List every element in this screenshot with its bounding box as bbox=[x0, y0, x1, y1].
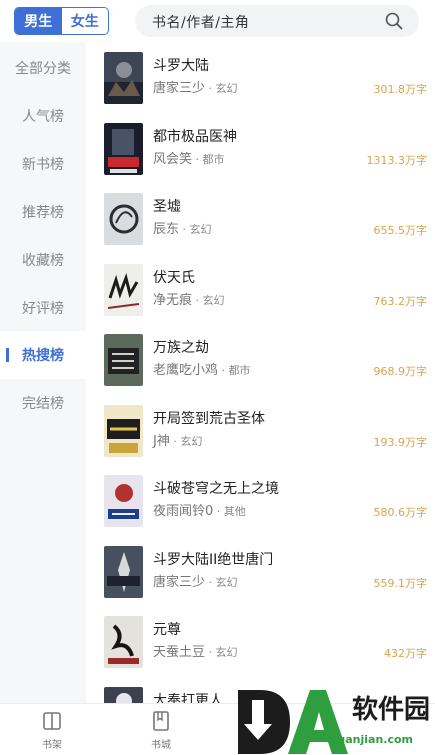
book-title[interactable]: 大奉打更人 bbox=[153, 690, 223, 703]
book-genre-separator: · bbox=[205, 576, 216, 589]
search-bar[interactable]: 书名/作者/主角 bbox=[135, 5, 419, 37]
book-genre-separator: · bbox=[179, 223, 190, 236]
book-cover-image[interactable] bbox=[104, 475, 143, 527]
book-cover-image[interactable] bbox=[104, 405, 143, 457]
book-author: 老鹰吃小鸡 bbox=[153, 363, 219, 378]
book-word-count: 432万字 bbox=[384, 647, 427, 660]
book-list-item[interactable]: 斗罗大陆 唐家三少 · 玄幻 301.8万字 bbox=[86, 52, 435, 122]
gender-toggle: 男生 女生 bbox=[14, 7, 109, 35]
book-author: 唐家三少 bbox=[153, 575, 206, 590]
book-word-count: 968.9万字 bbox=[373, 365, 428, 378]
book-list-item[interactable]: 伏天氏 净无痕 · 玄幻 763.2万字 bbox=[86, 264, 435, 334]
book-meta: 天蚕土豆 · 玄幻 bbox=[153, 641, 238, 660]
search-icon[interactable] bbox=[385, 12, 403, 30]
sidebar-item-hot-search[interactable]: 热搜榜 bbox=[0, 331, 86, 379]
book-cover-image[interactable] bbox=[104, 123, 143, 175]
book-genre: 都市 bbox=[228, 364, 251, 377]
book-meta: 净无痕 · 玄幻 bbox=[153, 289, 225, 308]
book-cover-image[interactable] bbox=[104, 334, 143, 386]
book-list: 斗罗大陆 唐家三少 · 玄幻 301.8万字 都市极品医神 风会笑 · 都市 1… bbox=[86, 42, 435, 703]
book-cover-image[interactable] bbox=[104, 616, 143, 668]
book-title[interactable]: 斗破苍穹之无上之境 bbox=[153, 478, 279, 498]
sidebar-item-new-books[interactable]: 新书榜 bbox=[0, 140, 86, 188]
search-input[interactable]: 书名/作者/主角 bbox=[152, 12, 249, 32]
book-cover-image[interactable] bbox=[104, 193, 143, 245]
book-list-item[interactable]: 圣墟 辰东 · 玄幻 655.5万字 bbox=[86, 193, 435, 263]
book-author: 夜雨闻铃0 bbox=[153, 504, 214, 519]
watermark-text: 软件园 bbox=[352, 695, 430, 725]
book-list-item[interactable]: 斗罗大陆II绝世唐门 唐家三少 · 玄幻 559.1万字 bbox=[86, 546, 435, 616]
sidebar-item-completed[interactable]: 完结榜 bbox=[0, 379, 86, 427]
book-word-count: 763.2万字 bbox=[373, 295, 428, 308]
book-list-item[interactable]: 元尊 天蚕土豆 · 玄幻 432万字 bbox=[86, 616, 435, 686]
sidebar-item-top-rated[interactable]: 好评榜 bbox=[0, 284, 86, 332]
book-cover-image[interactable] bbox=[104, 52, 143, 104]
book-cover-image[interactable] bbox=[104, 264, 143, 316]
book-genre: 玄幻 bbox=[189, 223, 212, 236]
book-genre-separator: · bbox=[218, 364, 229, 377]
book-author: 辰东 bbox=[153, 222, 180, 237]
book-genre: 玄幻 bbox=[215, 576, 238, 589]
book-genre-separator: · bbox=[213, 505, 224, 518]
book-list-item[interactable]: 万族之劫 老鹰吃小鸡 · 都市 968.9万字 bbox=[86, 334, 435, 404]
book-author: J神 bbox=[153, 434, 170, 449]
book-genre: 玄幻 bbox=[215, 82, 238, 95]
sidebar-item-favorites[interactable]: 收藏榜 bbox=[0, 236, 86, 284]
nav-bookstore[interactable]: 书城 bbox=[131, 710, 191, 751]
book-title[interactable]: 开局签到荒古圣体 bbox=[153, 408, 265, 428]
book-author: 天蚕土豆 bbox=[153, 645, 206, 660]
book-meta: 辰东 · 玄幻 bbox=[153, 218, 212, 237]
book-title[interactable]: 斗罗大陆II绝世唐门 bbox=[153, 549, 273, 569]
book-meta: 风会笑 · 都市 bbox=[153, 148, 225, 167]
book-word-count: 559.1万字 bbox=[373, 577, 428, 590]
book-genre-separator: · bbox=[192, 294, 203, 307]
book-genre-separator: · bbox=[205, 82, 216, 95]
book-genre-separator: · bbox=[169, 435, 181, 448]
book-meta: 老鹰吃小鸡 · 都市 bbox=[153, 359, 251, 378]
tab-female[interactable]: 女生 bbox=[61, 8, 108, 34]
bookstore-icon bbox=[153, 711, 169, 731]
book-title[interactable]: 斗罗大陆 bbox=[153, 55, 209, 75]
book-genre: 玄幻 bbox=[202, 294, 225, 307]
book-word-count: 301.8万字 bbox=[373, 83, 428, 96]
book-title[interactable]: 圣墟 bbox=[153, 196, 181, 216]
book-word-count: 655.5万字 bbox=[373, 224, 428, 237]
top-header: 男生 女生 书名/作者/主角 bbox=[0, 0, 435, 42]
book-title[interactable]: 万族之劫 bbox=[153, 337, 209, 357]
nav-bookshelf[interactable]: 书架 bbox=[22, 710, 82, 751]
book-title[interactable]: 伏天氏 bbox=[153, 267, 195, 287]
book-genre: 其他 bbox=[223, 505, 246, 518]
book-meta: 唐家三少 · 玄幻 bbox=[153, 571, 238, 590]
sidebar-item-recommended[interactable]: 推荐榜 bbox=[0, 188, 86, 236]
book-cover-image[interactable] bbox=[104, 546, 143, 598]
book-genre: 都市 bbox=[202, 153, 225, 166]
book-meta: J神 · 玄幻 bbox=[153, 430, 202, 449]
book-list-item[interactable]: 都市极品医神 风会笑 · 都市 1313.3万字 bbox=[86, 123, 435, 193]
sidebar-item-popular[interactable]: 人气榜 bbox=[0, 92, 86, 140]
sidebar-item-all-categories[interactable]: 全部分类 bbox=[0, 44, 86, 92]
book-genre: 玄幻 bbox=[180, 435, 203, 448]
book-list-item[interactable]: 斗破苍穹之无上之境 夜雨闻铃0 · 其他 580.6万字 bbox=[86, 475, 435, 545]
book-word-count: 193.9万字 bbox=[373, 436, 428, 449]
book-title[interactable]: 都市极品医神 bbox=[153, 126, 237, 146]
book-meta: 夜雨闻铃0 · 其他 bbox=[153, 500, 246, 519]
book-meta: 唐家三少 · 玄幻 bbox=[153, 77, 238, 96]
book-word-count: 1313.3万字 bbox=[366, 154, 428, 167]
book-word-count: 580.6万字 bbox=[373, 506, 428, 519]
book-genre: 玄幻 bbox=[215, 646, 238, 659]
watermark-url: ruanjian.com bbox=[332, 733, 414, 746]
book-author: 风会笑 bbox=[153, 152, 193, 167]
nav-bookstore-label: 书城 bbox=[151, 740, 171, 751]
book-genre-separator: · bbox=[192, 153, 203, 166]
book-author: 唐家三少 bbox=[153, 81, 206, 96]
book-genre-separator: · bbox=[205, 646, 216, 659]
book-cover-image[interactable] bbox=[104, 687, 143, 703]
book-author: 净无痕 bbox=[153, 293, 193, 308]
book-list-item[interactable]: 开局签到荒古圣体 J神 · 玄幻 193.9万字 bbox=[86, 405, 435, 475]
tab-male[interactable]: 男生 bbox=[15, 8, 62, 34]
nav-bookshelf-label: 书架 bbox=[42, 740, 62, 751]
bookshelf-icon bbox=[43, 712, 61, 730]
category-sidebar: 全部分类 人气榜 新书榜 推荐榜 收藏榜 好评榜 热搜榜 完结榜 bbox=[0, 42, 86, 703]
book-title[interactable]: 元尊 bbox=[153, 619, 181, 639]
